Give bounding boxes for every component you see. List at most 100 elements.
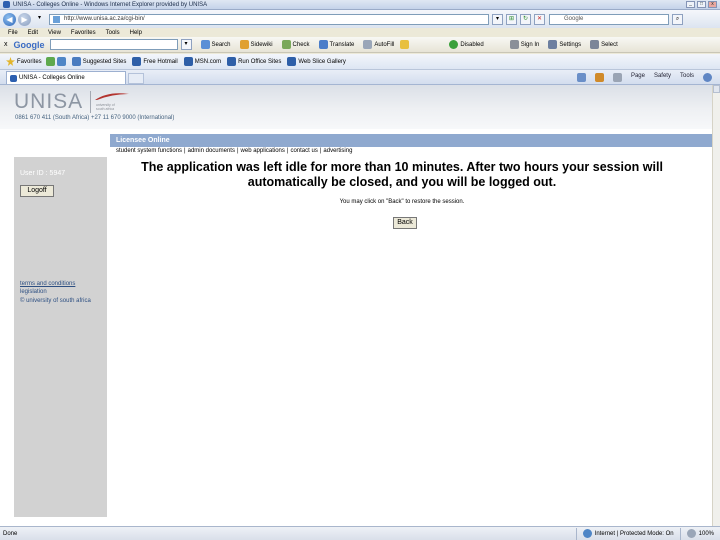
search-go-icon[interactable]: ⌕	[672, 13, 683, 25]
menu-tools[interactable]: Tools	[106, 30, 120, 36]
nav-separator: |	[236, 148, 239, 154]
logo-swoosh-icon	[95, 93, 129, 100]
licensee-bar: Licensee Online	[110, 134, 712, 147]
page-menu[interactable]: Page	[631, 73, 645, 82]
google-autofill-button[interactable]: AutoFill	[363, 40, 394, 49]
status-bar: Done Internet | Protected Mode: On 100%	[0, 526, 720, 540]
back-button[interactable]: Back	[393, 217, 417, 229]
rss-icon[interactable]	[594, 72, 604, 82]
logo-tagline: university of south africa	[96, 103, 115, 111]
status-dot-icon	[449, 40, 459, 49]
terms-link[interactable]: terms and conditions	[20, 281, 75, 287]
legislation-link[interactable]: legislation	[20, 289, 47, 295]
new-tab-button[interactable]	[128, 73, 144, 84]
fav-msn[interactable]: MSN.com	[183, 57, 221, 66]
fav-free-hotmail[interactable]: Free Hotmail	[132, 57, 178, 66]
menu-edit[interactable]: Edit	[28, 30, 38, 36]
contact-phone: 0861 670 411 (South Africa) +27 11 670 9…	[15, 115, 175, 121]
tab-bar: UNISA - Colleges Online Page Safety Tool…	[0, 70, 720, 85]
safety-menu[interactable]: Safety	[654, 73, 671, 82]
zoom-level: 100%	[698, 530, 714, 537]
close-window-button[interactable]: x	[708, 1, 717, 8]
window-controls: _ □ x	[686, 1, 720, 8]
site-nav: student system functions | admin documents…	[116, 148, 352, 154]
office-icon	[227, 57, 237, 66]
nav-advertising[interactable]: advertising	[323, 148, 352, 154]
history-dropdown-icon[interactable]: ▾	[36, 14, 43, 25]
url-input[interactable]: http://www.unisa.ac.za/cgi-bin/	[49, 13, 489, 25]
nav-student-system-functions[interactable]: student system functions	[116, 148, 182, 154]
nav-contact-us[interactable]: contact us	[290, 148, 317, 154]
nav-web-applications[interactable]: web applications	[241, 148, 285, 154]
autofill-icon	[363, 40, 373, 49]
page-icon	[53, 15, 60, 23]
google-search-label: Search	[211, 41, 231, 48]
print-icon[interactable]	[612, 72, 622, 82]
fav-web-slice[interactable]: Web Slice Gallery	[287, 57, 346, 66]
fav-label: Free Hotmail	[143, 58, 178, 65]
menu-view[interactable]: View	[48, 30, 61, 36]
pencil-icon[interactable]	[400, 40, 410, 49]
window-title: UNISA - Colleges Online - Windows Intern…	[13, 1, 208, 8]
menu-file[interactable]: File	[8, 30, 18, 36]
tools-menu[interactable]: Tools	[680, 73, 694, 82]
logoff-button[interactable]: Logoff	[20, 185, 54, 197]
zoom-control[interactable]: 100%	[679, 527, 720, 540]
favorites-bar: Favorites Suggested Sites Free Hotmail M…	[0, 54, 720, 70]
google-search-input[interactable]	[49, 39, 178, 50]
stop-icon[interactable]: ✕	[534, 13, 545, 25]
fav-run-office[interactable]: Run Office Sites	[227, 57, 281, 66]
web-search-input[interactable]: Google	[549, 13, 669, 25]
status-text: Done	[3, 530, 18, 537]
tab-unisa[interactable]: UNISA - Colleges Online	[6, 71, 126, 84]
help-icon[interactable]	[703, 72, 712, 82]
restore-hint: You may click on "Back" to restore the s…	[339, 199, 465, 205]
scroll-up-arrow[interactable]	[713, 85, 720, 93]
google-check-button[interactable]: Check	[281, 40, 310, 49]
google-settings-button[interactable]: Settings	[548, 40, 581, 49]
compat-view-icon[interactable]: ⊞	[506, 13, 517, 25]
menu-help[interactable]: Help	[130, 30, 142, 36]
page-content: UNISA university of south africa 0861 67…	[0, 85, 712, 526]
refresh-icon[interactable]: ↻	[520, 13, 531, 25]
nav-separator: |	[319, 148, 322, 154]
security-zone[interactable]: Internet | Protected Mode: On	[575, 527, 680, 540]
favorites-button[interactable]: Favorites	[6, 57, 42, 66]
zone-label: Internet | Protected Mode: On	[594, 530, 674, 537]
menu-bar: File Edit View Favorites Tools Help	[0, 28, 720, 37]
maximize-button[interactable]: □	[697, 1, 706, 8]
translate-label: Translate	[329, 41, 355, 48]
back-nav-button[interactable]: ◀	[3, 12, 16, 26]
fav-label: Run Office Sites	[238, 58, 282, 65]
google-disabled-button[interactable]: Disabled	[449, 40, 484, 49]
tab-favicon-icon	[10, 74, 17, 82]
search-icon	[200, 40, 210, 49]
feed-icon[interactable]	[56, 57, 66, 66]
disabled-label: Disabled	[460, 41, 484, 48]
menu-favorites[interactable]: Favorites	[71, 30, 96, 36]
autofill-label: AutoFill	[374, 41, 395, 48]
google-search-dropdown[interactable]: ▾	[180, 39, 192, 50]
home-icon[interactable]	[576, 72, 586, 82]
forward-nav-button[interactable]: ▶	[18, 12, 31, 26]
nav-admin-documents[interactable]: admin documents	[188, 148, 235, 154]
vertical-scrollbar[interactable]	[712, 85, 720, 526]
google-select-button[interactable]: Select	[590, 40, 618, 49]
window-title-bar[interactable]: UNISA - Colleges Online - Windows Intern…	[0, 0, 720, 10]
minimize-button[interactable]: _	[686, 1, 695, 8]
add-favorite-icon[interactable]	[45, 57, 55, 66]
url-dropdown-button[interactable]: ▾	[492, 13, 503, 25]
fav-label: Web Slice Gallery	[298, 58, 346, 65]
address-bar: ◀ ▶ ▾ http://www.unisa.ac.za/cgi-bin/ ▾ …	[0, 10, 720, 28]
url-text: http://www.unisa.ac.za/cgi-bin/	[64, 15, 145, 22]
zoom-icon	[686, 529, 696, 538]
google-search-button[interactable]: Search	[200, 40, 231, 49]
web-search-value: Google	[564, 15, 584, 22]
fav-suggested-sites[interactable]: Suggested Sites	[71, 57, 126, 66]
google-sidewiki-button[interactable]: Sidewiki	[239, 40, 273, 49]
unisa-logo: UNISA	[14, 90, 84, 113]
google-signin-button[interactable]: Sign In	[509, 40, 539, 49]
google-translate-button[interactable]: Translate	[318, 40, 355, 49]
toolbar-close-icon[interactable]: x	[4, 41, 8, 48]
web-slice-icon	[287, 57, 297, 66]
